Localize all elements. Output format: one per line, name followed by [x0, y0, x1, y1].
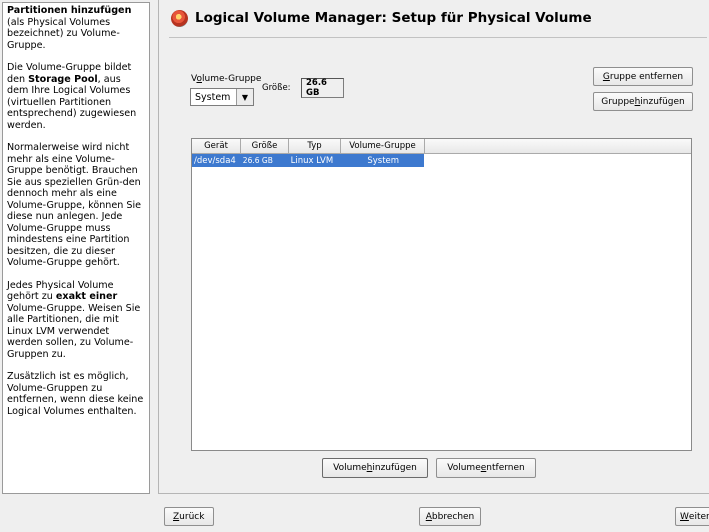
help-paragraph-2: Normalerweise wird nicht mehr als eine V… [7, 142, 142, 268]
remove-group-button[interactable]: Gruppe entfernen [593, 67, 693, 86]
help-paragraph-3: Jedes Physical Volume gehört zu exakt ei… [7, 280, 145, 361]
add-volume-button[interactable]: Volume h inzufügen [322, 458, 428, 478]
cancel-button[interactable]: Abbrechen [419, 507, 481, 526]
table-header: Gerät Größe Typ Volume-Gruppe [192, 139, 691, 154]
chevron-down-icon[interactable]: ▼ [236, 89, 253, 105]
cell-type: Linux LVM [290, 155, 334, 166]
remove-volume-button[interactable]: Volume e ntfernen [436, 458, 536, 478]
column-header-volume-group[interactable]: Volume-Gruppe [341, 139, 425, 153]
lvm-icon [171, 9, 188, 27]
help-paragraph-1: Die Volume-Gruppe bildet den Storage Poo… [7, 62, 145, 131]
next-button[interactable]: Weiter [675, 507, 709, 526]
physical-volume-table[interactable]: Gerät Größe Typ Volume-Gruppe /dev/sda4 … [191, 138, 692, 451]
cell-volume-group: System [367, 155, 400, 166]
volume-group-label: Volume-Gruppe [191, 74, 262, 84]
title-row: Logical Volume Manager: Setup für Physic… [171, 6, 592, 30]
help-p3-b: Volume-Gruppe. Weisen Sie alle Partition… [7, 302, 141, 360]
help-p3-bold: exakt einer [55, 291, 118, 302]
cell-device: /dev/sda4 [194, 155, 236, 166]
main-panel: Logical Volume Manager: Setup für Physic… [158, 0, 709, 494]
page-title: Logical Volume Manager: Setup für Physic… [195, 10, 592, 26]
help-intro-text: (als Physical Volumes bezeichnet) zu Vol… [7, 16, 120, 51]
back-button[interactable]: Zurück [164, 507, 214, 526]
size-label: Größe: [262, 83, 291, 93]
help-p1-bold: Storage Pool [28, 73, 98, 85]
size-value: 26.6 GB [301, 78, 344, 98]
add-group-button[interactable]: Gruppe h inzufügen [593, 92, 693, 111]
column-header-type[interactable]: Typ [289, 139, 341, 153]
help-panel: Partitionen hinzufügen (als Physical Vol… [2, 2, 150, 494]
column-header-device[interactable]: Gerät [192, 139, 241, 153]
column-header-size[interactable]: Größe [241, 139, 289, 153]
help-paragraph-4: Zusätzlich ist es möglich, Volume-Gruppe… [7, 371, 144, 417]
cell-size: 26.6 GB [242, 156, 273, 165]
table-row[interactable]: /dev/sda4 26.6 GB Linux LVM System [192, 154, 424, 167]
title-divider [169, 37, 707, 38]
volume-group-selected: System [195, 91, 231, 103]
help-intro: Partitionen hinzufügen (als Physical Vol… [7, 5, 145, 51]
volume-group-select[interactable]: System ▼ [190, 88, 254, 106]
help-heading: Partitionen hinzufügen [7, 5, 132, 16]
